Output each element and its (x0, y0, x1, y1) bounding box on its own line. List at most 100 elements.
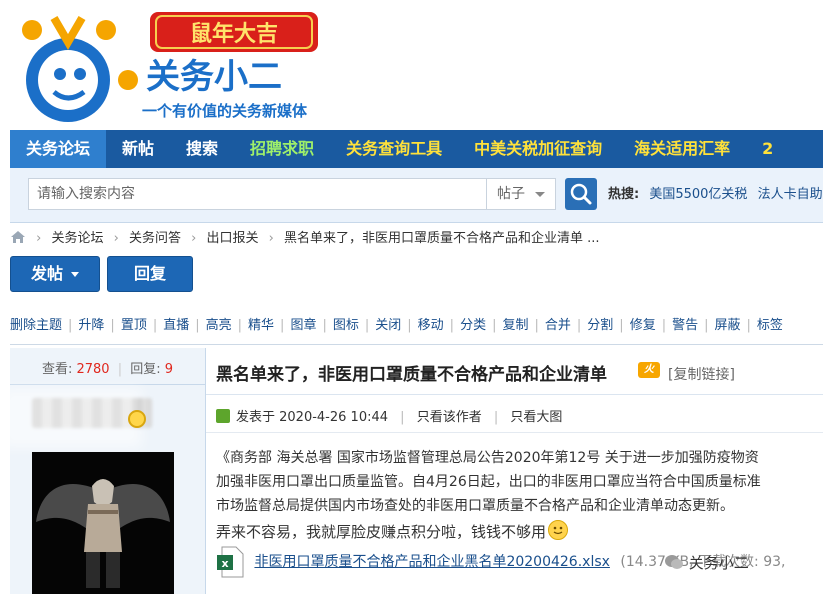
home-icon[interactable] (10, 230, 26, 244)
admin-separator: | (534, 318, 539, 333)
admin-tool[interactable]: 关闭 (375, 318, 401, 333)
body-line: 加强非医用口罩出口质量监管。自4月26日起，出口的非医用口罩应当符合中国质量标准 (216, 474, 761, 490)
nav-item[interactable]: 关务查询工具 (330, 130, 458, 168)
hot-badge-icon: 火 (638, 362, 660, 378)
hot-link[interactable]: 法人卡自助 (758, 187, 823, 202)
site-logo[interactable]: 鼠年大吉 关务小二 一个有价值的关务新媒体 (10, 8, 330, 124)
admin-separator: | (492, 318, 497, 333)
search-bar: 帖子 热搜: 美国5500亿关税 法人卡自助 (10, 168, 823, 223)
admin-separator: | (68, 318, 73, 333)
admin-tool[interactable]: 直播 (163, 318, 189, 333)
meta-divider: | (400, 410, 405, 425)
new-post-label: 发帖 (30, 264, 63, 283)
big-images-link[interactable]: 只看大图 (510, 410, 562, 425)
watermark: 关务小二 (664, 552, 749, 573)
nav-item[interactable]: 招聘求职 (234, 130, 330, 168)
admin-tool[interactable]: 合并 (545, 318, 571, 333)
new-post-button[interactable]: 发帖 (10, 256, 100, 292)
breadcrumb-separator: › (268, 231, 274, 246)
breadcrumb-item[interactable]: 出口报关 (206, 231, 258, 246)
admin-separator: | (280, 318, 285, 333)
admin-tool[interactable]: 复制 (502, 318, 528, 333)
copy-link-button[interactable]: [复制链接] (668, 364, 735, 384)
author-sidebar: 查看: 2780 | 回复: 9 (2, 348, 206, 594)
wechat-icon (665, 555, 683, 569)
breadcrumb: › 关务论坛 › 关务问答 › 出口报关 › 黑名单来了，非医用口罩质量不合格产… (10, 228, 600, 250)
admin-tool[interactable]: 删除主题 (10, 318, 62, 333)
admin-tool[interactable]: 分类 (460, 318, 486, 333)
replies-count: 9 (164, 362, 174, 377)
body-line: 弄来不容易，我就厚脸皮赚点积分啦，钱钱不够用 (216, 520, 823, 544)
admin-tool[interactable]: 屏蔽 (715, 318, 741, 333)
admin-separator: | (407, 318, 412, 333)
nav-item[interactable]: 关务论坛 (10, 130, 107, 168)
breadcrumb-item[interactable]: 关务论坛 (51, 231, 103, 246)
hot-link[interactable]: 美国5500亿关税 (649, 187, 747, 202)
meta-divider: | (493, 410, 499, 425)
admin-tool[interactable]: 置顶 (121, 318, 147, 333)
hot-label: 热搜: (608, 187, 640, 202)
search-button[interactable] (565, 178, 597, 210)
admin-tool[interactable]: 分割 (587, 318, 613, 333)
nav-item[interactable]: 海关适用汇率 (618, 130, 746, 168)
admin-separator: | (449, 318, 455, 333)
admin-tool[interactable]: 精华 (248, 318, 274, 333)
admin-tool[interactable]: 移动 (418, 318, 444, 333)
admin-tool[interactable]: 高亮 (206, 318, 232, 333)
post-meta: 发表于 2020-4-26 10:44 | 只看该作者 | 只看大图 (216, 406, 562, 425)
admin-separator: | (322, 318, 327, 333)
thread-stats: 查看: 2780 | 回复: 9 (10, 358, 205, 377)
admin-separator: | (195, 318, 200, 333)
reply-label: 回复 (133, 264, 166, 283)
breadcrumb-item[interactable]: 关务问答 (129, 231, 181, 246)
admin-tool[interactable]: 升降 (78, 318, 104, 333)
breadcrumb-separator: › (191, 231, 197, 246)
chevron-down-icon (71, 272, 79, 277)
breadcrumb-current: 黑名单来了，非医用口罩质量不合格产品和企业清单 ... (283, 231, 600, 246)
admin-toolbar: 删除主题 | 升降 | 置顶 | 直播 | 高亮 | 精华 | 图章 | 图标 | 关闭 | 移动 | 分类 | 复制 | 合并… (10, 314, 823, 345)
nav-item[interactable]: 中美关税加征查询 (458, 130, 618, 168)
brand-name: 关务小二 (146, 57, 282, 97)
search-input[interactable] (28, 178, 486, 210)
admin-separator: | (746, 318, 751, 333)
smiley-icon (548, 520, 569, 540)
divider (206, 394, 823, 395)
redaction-overlay (2, 388, 142, 448)
body-line: 《商务部 海关总署 国家市场监督管理总局公告2020年第12号 关于进一步加强防… (216, 450, 759, 466)
nav-item[interactable]: 搜索 (170, 130, 234, 168)
excel-file-icon: x (217, 546, 244, 578)
admin-tool[interactable]: 标签 (757, 318, 783, 333)
admin-tool[interactable]: 图章 (290, 318, 316, 333)
admin-separator: | (237, 318, 243, 333)
search-icon (570, 183, 592, 205)
views-label: 查看: (41, 362, 73, 377)
hot-searches: 热搜: 美国5500亿关税 法人卡自助 (608, 168, 823, 222)
admin-tool[interactable]: 图标 (333, 318, 359, 333)
online-status-icon (128, 410, 146, 428)
nav-item[interactable]: 2 (746, 130, 789, 168)
search-type-select[interactable]: 帖子 (486, 178, 556, 210)
admin-separator: | (704, 318, 709, 333)
author-only-link[interactable]: 只看该作者 (417, 410, 482, 425)
breadcrumb-separator: › (36, 231, 42, 246)
search-type-label: 帖子 (497, 186, 525, 202)
post-content: 黑名单来了，非医用口罩质量不合格产品和企业清单 火 [复制链接] 发表于 202… (206, 348, 823, 594)
attachment-link[interactable]: 非医用口罩质量不合格产品和企业黑名单20200426.xlsx (254, 554, 609, 570)
nav-item[interactable]: 新帖 (106, 130, 170, 168)
admin-tool[interactable]: 警告 (672, 318, 698, 333)
admin-tool[interactable]: 修复 (630, 318, 656, 333)
breadcrumb-separator: › (113, 231, 119, 246)
avatar[interactable] (32, 452, 174, 594)
divider (206, 432, 823, 433)
replies-label: 回复: (130, 362, 161, 377)
brand-slogan: 一个有价值的关务新媒体 (142, 102, 308, 120)
body-line: 市场监督总局提供国内市场查处的非医用口罩质量不合格产品和企业清单动态更新。 (216, 498, 734, 514)
stats-divider: | (117, 362, 123, 377)
author-online-icon (216, 409, 230, 423)
main-nav: 关务论坛 新帖 搜索 招聘求职 关务查询工具 中美关税加征查询 海关适用汇率 2 (10, 130, 823, 168)
reply-button[interactable]: 回复 (107, 256, 193, 292)
svg-text:x: x (221, 557, 228, 570)
admin-separator: | (364, 318, 370, 333)
chevron-down-icon (535, 192, 545, 197)
divider (10, 384, 205, 385)
